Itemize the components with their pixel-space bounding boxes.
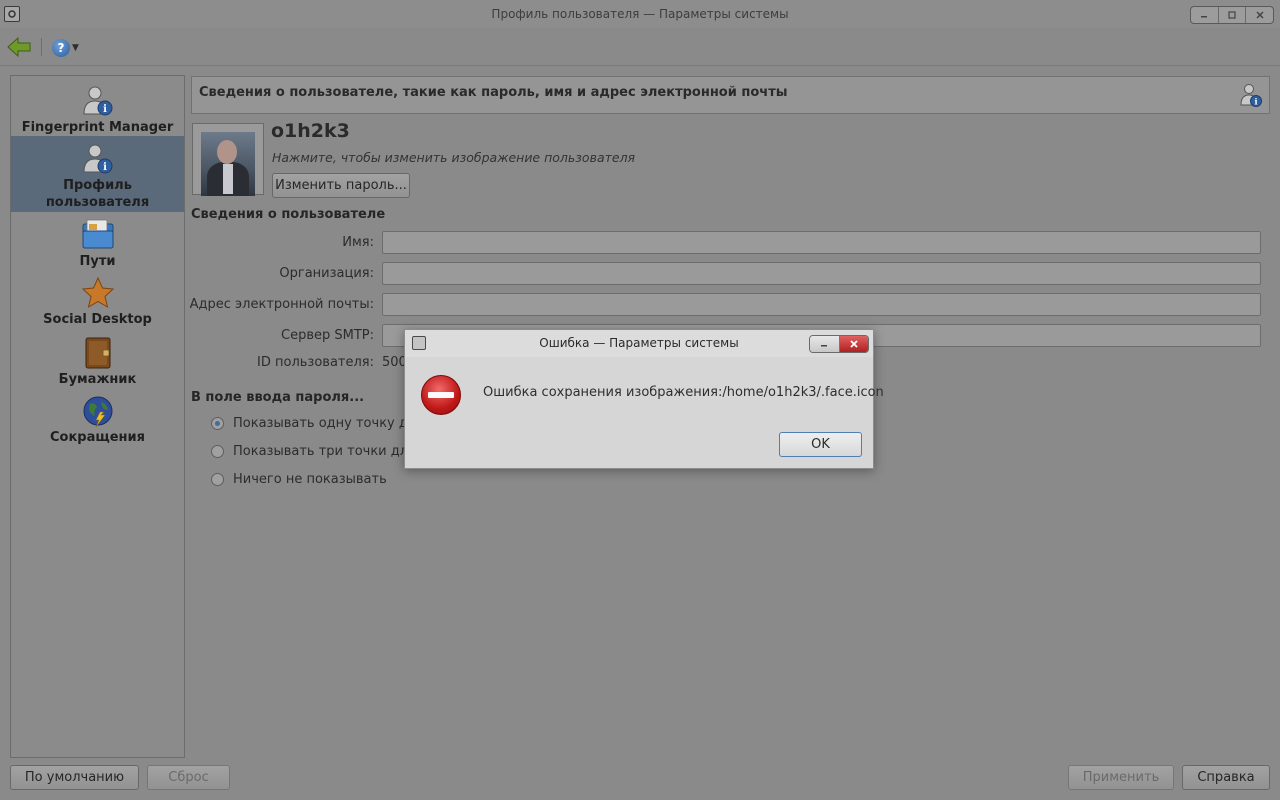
radio-show-three-dots[interactable]: Показывать три точки для к xyxy=(211,444,428,459)
dialog-window-controls xyxy=(809,335,869,353)
sidebar-item-paths[interactable]: Пути xyxy=(11,214,184,272)
radio-label: Показывать три точки для к xyxy=(233,444,428,459)
folder-icon xyxy=(81,218,115,252)
defaults-button[interactable]: По умолчанию xyxy=(10,765,139,790)
email-field[interactable] xyxy=(382,293,1261,316)
svg-text:i: i xyxy=(1254,97,1257,107)
star-icon xyxy=(81,276,115,310)
sidebar-item-wallet[interactable]: Бумажник xyxy=(11,332,184,390)
radio-label: Показывать одну точку для xyxy=(233,416,424,431)
toolbar-separator xyxy=(41,38,42,56)
name-label: Имя: xyxy=(342,235,374,250)
svg-text:i: i xyxy=(103,104,107,115)
sidebar-item-social-desktop[interactable]: Social Desktop xyxy=(11,274,184,332)
radio-button[interactable] xyxy=(211,417,224,430)
error-dialog: Ошибка — Параметры системы Ошибка сохран… xyxy=(404,329,884,469)
sidebar-item-shortcuts[interactable]: Сокращения xyxy=(11,392,184,452)
module-description: Сведения о пользователе, такие как парол… xyxy=(199,85,788,100)
close-icon xyxy=(850,340,858,348)
sidebar-item-label: Fingerprint Manager xyxy=(21,120,174,135)
close-button[interactable] xyxy=(1246,7,1273,23)
password-echo-section-title: В поле ввода пароля... xyxy=(191,390,365,405)
module-header: Сведения о пользователе, такие как парол… xyxy=(191,76,1270,114)
smtp-label: Сервер SMTP: xyxy=(281,328,374,343)
user-info-icon: i xyxy=(1239,82,1263,108)
globe-icon xyxy=(81,394,115,428)
sidebar-item-fingerprint-manager[interactable]: i Fingerprint Manager xyxy=(11,78,184,136)
ok-button[interactable]: OK xyxy=(779,432,862,457)
change-image-hint: Нажмите, чтобы изменить изображение поль… xyxy=(272,150,636,165)
apply-button[interactable]: Применить xyxy=(1068,765,1174,790)
sidebar-item-label: Social Desktop xyxy=(43,312,152,327)
sidebar-item-label: Бумажник xyxy=(58,372,137,387)
avatar xyxy=(201,132,255,196)
sidebar-item-label: Сокращения xyxy=(50,430,145,445)
minimize-icon xyxy=(821,345,828,347)
help-menu-button[interactable]: ? ▼ xyxy=(52,37,84,59)
user-info-section-title: Сведения о пользователе xyxy=(191,207,386,222)
close-icon xyxy=(1256,11,1264,19)
error-message: Ошибка сохранения изображения:/home/o1h2… xyxy=(483,385,884,400)
sidebar: i Fingerprint Manager i Профиль пользова… xyxy=(10,75,185,758)
user-info-icon: i xyxy=(81,84,115,118)
svg-text:i: i xyxy=(103,162,107,173)
radio-label: Ничего не показывать xyxy=(233,472,387,487)
chevron-down-icon: ▼ xyxy=(72,43,79,53)
radio-show-nothing[interactable]: Ничего не показывать xyxy=(211,472,387,487)
sidebar-item-user-profile[interactable]: i Профиль пользователя xyxy=(11,136,184,212)
dialog-title: Ошибка — Параметры системы xyxy=(539,336,739,350)
window-titlebar: Профиль пользователя — Параметры системы xyxy=(0,0,1280,28)
help-icon: ? xyxy=(52,39,70,57)
organization-field[interactable] xyxy=(382,262,1261,285)
minimize-button[interactable] xyxy=(1191,7,1219,23)
dialog-titlebar: Ошибка — Параметры системы xyxy=(405,330,873,357)
minimize-icon xyxy=(1201,16,1208,18)
name-field[interactable] xyxy=(382,231,1261,254)
radio-button[interactable] xyxy=(211,473,224,486)
user-info-icon: i xyxy=(81,142,115,176)
dialog-close-button[interactable] xyxy=(839,336,868,352)
change-password-button[interactable]: Изменить пароль... xyxy=(272,173,410,198)
organization-label: Организация: xyxy=(279,266,374,281)
dialog-minimize-button[interactable] xyxy=(810,336,840,352)
sidebar-item-label: Пути xyxy=(79,254,116,269)
user-avatar-button[interactable] xyxy=(192,123,264,196)
app-menu-icon[interactable] xyxy=(4,6,20,22)
maximize-button[interactable] xyxy=(1219,7,1247,23)
window-title: Профиль пользователя — Параметры системы xyxy=(491,7,789,21)
maximize-icon xyxy=(1228,11,1236,19)
help-button[interactable]: Справка xyxy=(1182,765,1270,790)
wallet-icon xyxy=(81,336,115,370)
error-icon xyxy=(421,375,461,415)
reset-button[interactable]: Сброс xyxy=(147,765,230,790)
toolbar: ? ▼ xyxy=(0,28,1280,66)
sidebar-item-label: Профиль пользователя xyxy=(45,178,150,210)
email-label: Адрес электронной почты: xyxy=(189,297,374,312)
radio-show-one-dot[interactable]: Показывать одну точку для xyxy=(211,416,424,431)
user-id-label: ID пользователя: xyxy=(257,355,374,370)
window-controls xyxy=(1190,6,1274,24)
back-arrow-icon xyxy=(7,36,31,58)
radio-button[interactable] xyxy=(211,445,224,458)
username: o1h2k3 xyxy=(271,120,350,142)
back-button[interactable] xyxy=(6,36,32,58)
